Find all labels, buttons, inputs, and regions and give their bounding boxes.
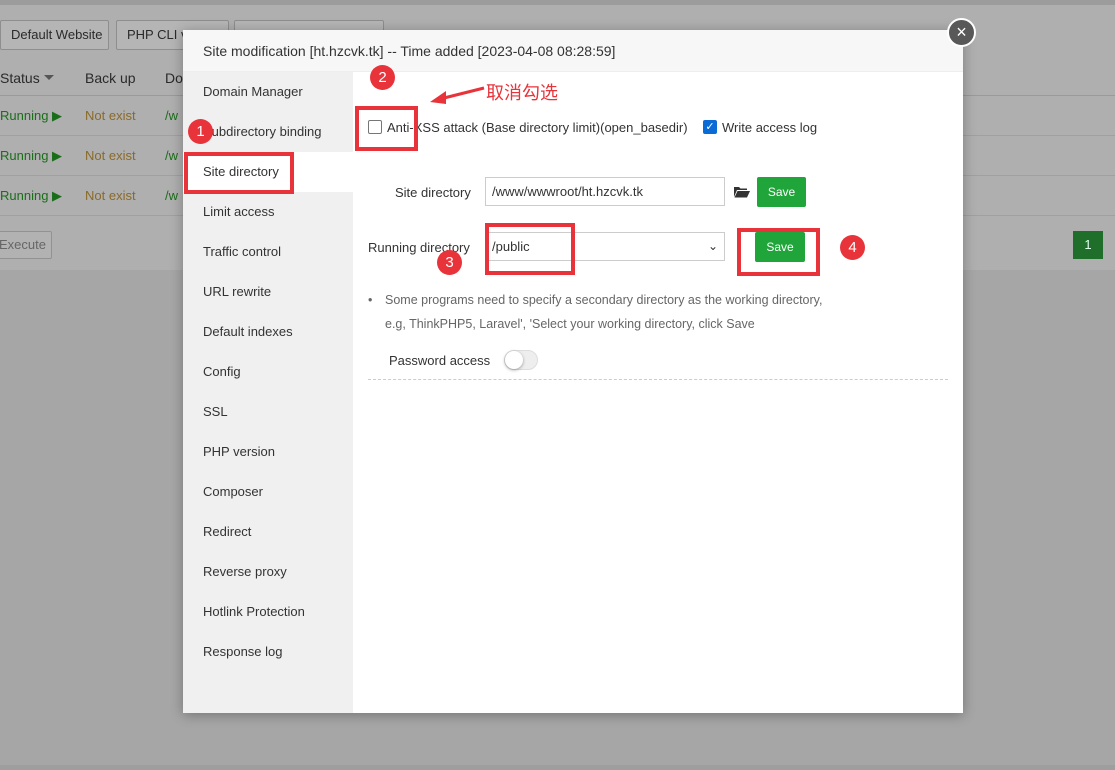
site-directory-input[interactable]: /www/wwwroot/ht.hzcvk.tk <box>485 177 725 206</box>
anti-xss-label: Anti-XSS attack (Base directory limit)(o… <box>387 120 688 135</box>
annotation-box-running-directory <box>485 223 575 275</box>
annotation-number-1: 1 <box>188 119 213 144</box>
backup-column-header: Back up <box>85 70 136 86</box>
sidebar-item-ssl[interactable]: SSL <box>183 392 353 432</box>
pagination-page-1[interactable]: 1 <box>1073 231 1103 259</box>
sidebar-item-reverse-proxy[interactable]: Reverse proxy <box>183 552 353 592</box>
tip-line-1: Some programs need to specify a secondar… <box>385 293 823 307</box>
annotation-uncheck-note: 取消勾选 <box>486 83 558 104</box>
sidebar-item-hotlink-protection[interactable]: Hotlink Protection <box>183 592 353 632</box>
tip-bullet: • <box>368 293 373 307</box>
default-website-button[interactable]: Default Website <box>0 20 109 50</box>
annotation-box-site-directory <box>184 152 294 194</box>
backup-status[interactable]: Not exist <box>85 108 136 123</box>
status-column-header[interactable]: Status <box>0 70 40 86</box>
password-access-toggle[interactable] <box>504 350 538 370</box>
status-running[interactable]: Running ▶ <box>0 148 62 164</box>
sidebar-item-response-log[interactable]: Response log <box>183 632 353 672</box>
annotation-box-anti-xss <box>355 106 418 151</box>
execute-button[interactable]: Execute <box>0 231 52 259</box>
dashed-divider <box>368 379 948 380</box>
sidebar-item-redirect[interactable]: Redirect <box>183 512 353 552</box>
chevron-down-icon: ⌄ <box>707 239 718 253</box>
write-access-log-label: Write access log <box>722 120 818 135</box>
close-icon[interactable]: × <box>947 18 976 47</box>
sort-arrow-icon <box>44 75 54 80</box>
annotation-number-2: 2 <box>370 65 395 90</box>
sidebar-item-config[interactable]: Config <box>183 352 353 392</box>
site-path[interactable]: /w <box>165 148 178 163</box>
status-running[interactable]: Running ▶ <box>0 188 62 204</box>
backup-status[interactable]: Not exist <box>85 188 136 203</box>
write-access-log-checkbox[interactable]: ✓ <box>703 120 717 134</box>
annotation-box-save <box>737 228 820 276</box>
site-modification-dialog: Site modification [ht.hzcvk.tk] -- Time … <box>183 30 963 713</box>
dialog-title: Site modification [ht.hzcvk.tk] -- Time … <box>183 30 963 72</box>
sidebar-item-default-indexes[interactable]: Default indexes <box>183 312 353 352</box>
domain-column-header: Do <box>165 70 183 86</box>
sidebar-item-limit-access[interactable]: Limit access <box>183 192 353 232</box>
sidebar-item-php-version[interactable]: PHP version <box>183 432 353 472</box>
annotation-number-4: 4 <box>840 235 865 260</box>
background-bottom-bar <box>0 765 1115 770</box>
site-path[interactable]: /w <box>165 188 178 203</box>
folder-open-icon[interactable] <box>734 186 750 198</box>
password-access-label: Password access <box>389 353 491 368</box>
sidebar-item-domain-manager[interactable]: Domain Manager <box>183 72 353 112</box>
site-directory-panel: Anti-XSS attack (Base directory limit)(o… <box>353 72 963 713</box>
backup-status[interactable]: Not exist <box>85 148 136 163</box>
save-site-directory-button[interactable]: Save <box>757 177 806 207</box>
tip-line-2: e.g, ThinkPHP5, Laravel', 'Select your w… <box>385 317 755 331</box>
status-running[interactable]: Running ▶ <box>0 108 62 124</box>
site-path[interactable]: /w <box>165 108 178 123</box>
sidebar-item-traffic-control[interactable]: Traffic control <box>183 232 353 272</box>
sidebar-item-composer[interactable]: Composer <box>183 472 353 512</box>
annotation-number-3: 3 <box>437 250 462 275</box>
site-directory-label: Site directory <box>395 185 471 200</box>
sidebar-item-url-rewrite[interactable]: URL rewrite <box>183 272 353 312</box>
annotation-arrow-icon <box>430 86 485 104</box>
